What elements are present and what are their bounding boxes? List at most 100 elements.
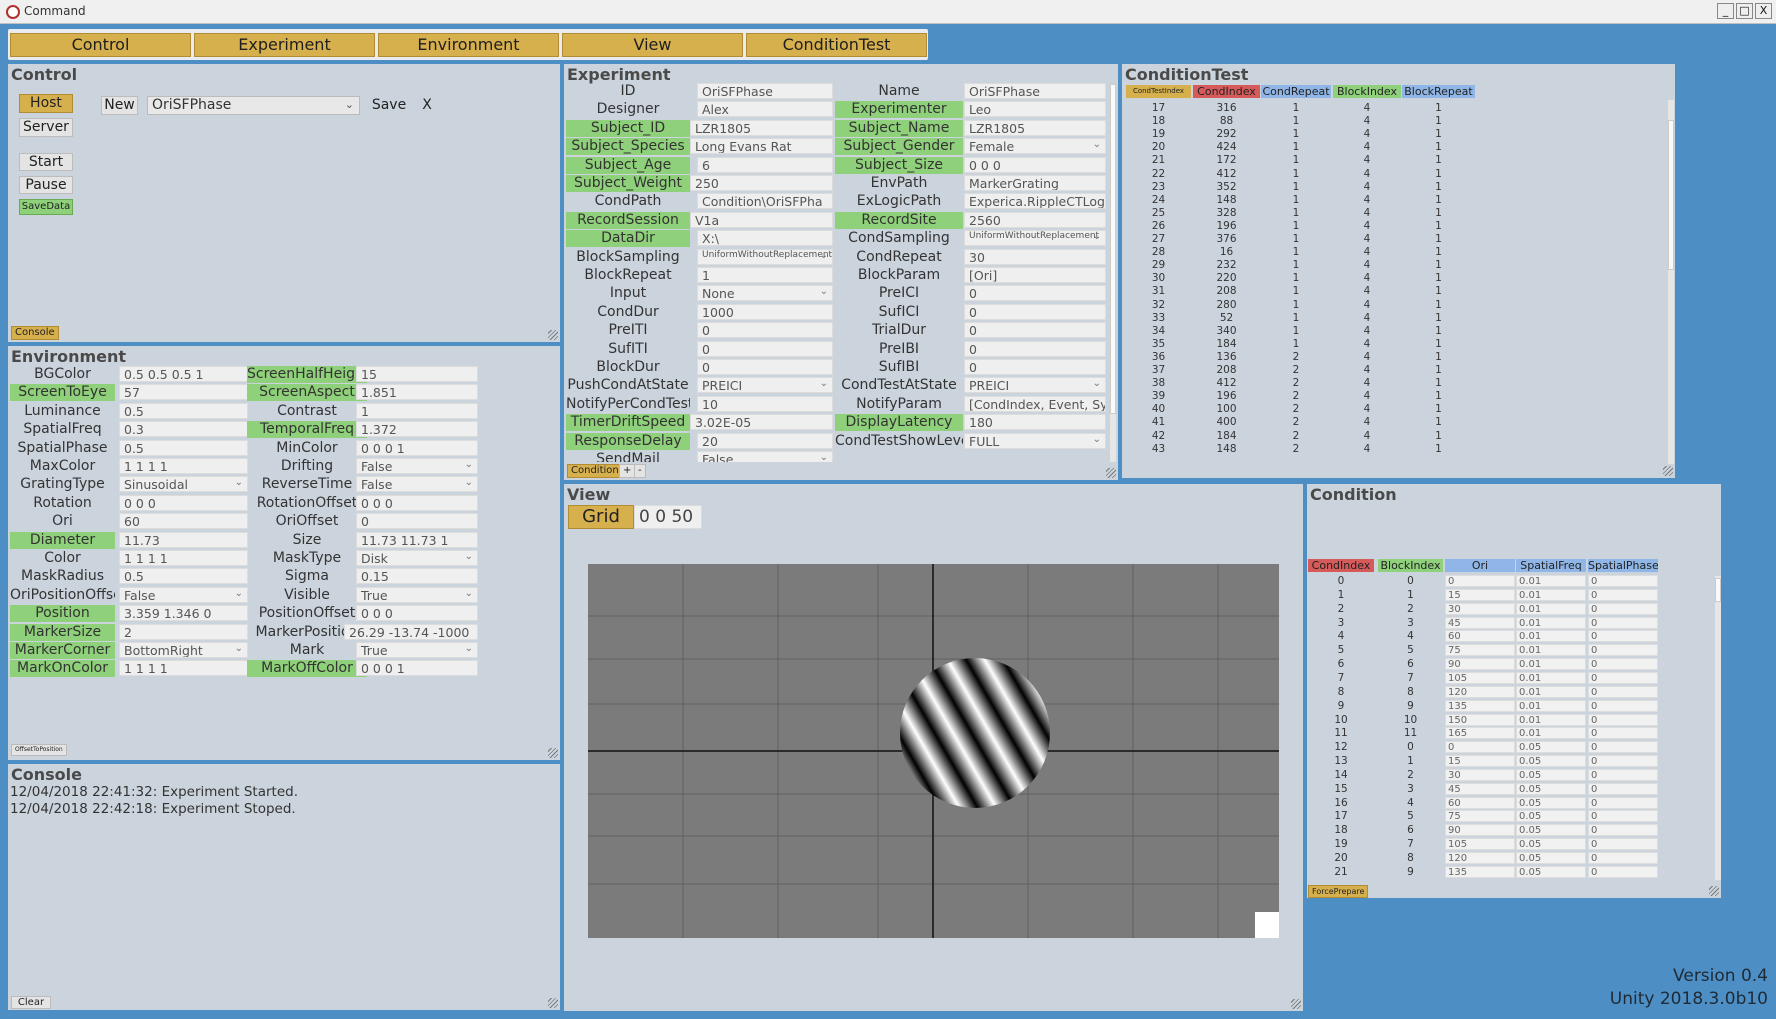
- condition-column-header[interactable]: BlockIndex: [1378, 559, 1443, 572]
- server-button[interactable]: Server: [19, 118, 73, 137]
- env-param-value[interactable]: 2: [119, 623, 248, 640]
- condition-cell[interactable]: 0: [1588, 782, 1658, 795]
- conditiontest-column-header[interactable]: CondTestIndex: [1126, 85, 1191, 98]
- exp-param-value[interactable]: 6: [697, 156, 833, 173]
- condition-cell[interactable]: 135: [1445, 699, 1515, 712]
- env-param-value[interactable]: Disk ⌄: [356, 550, 478, 566]
- condition-cell[interactable]: 0.01: [1516, 727, 1586, 740]
- condition-tab[interactable]: Condition: [567, 464, 623, 478]
- exp-param-value[interactable]: PREICI ⌄: [964, 377, 1106, 394]
- condition-cell[interactable]: 135: [1445, 865, 1515, 878]
- exp-param-value[interactable]: 0: [697, 340, 833, 357]
- exp-param-value[interactable]: UniformWithoutReplacement ⌄: [964, 230, 1106, 247]
- condition-cell[interactable]: 90: [1445, 658, 1515, 671]
- condition-cell[interactable]: 0: [1588, 755, 1658, 768]
- condition-cell[interactable]: 0.05: [1516, 768, 1586, 781]
- exp-param-value[interactable]: 0: [964, 322, 1106, 339]
- condition-cell[interactable]: 0.05: [1516, 810, 1586, 823]
- condition-cell[interactable]: 75: [1445, 810, 1515, 823]
- add-param-button[interactable]: +: [619, 464, 636, 478]
- exp-param-value[interactable]: 0 0 0: [964, 156, 1106, 173]
- condition-cell[interactable]: 0: [1588, 865, 1658, 878]
- condition-cell[interactable]: 0: [1588, 602, 1658, 615]
- menu-experiment[interactable]: Experiment: [194, 33, 375, 57]
- exp-param-value[interactable]: None ⌄: [697, 285, 833, 302]
- condition-cell[interactable]: 0.01: [1516, 616, 1586, 629]
- env-param-value[interactable]: 11.73: [119, 531, 248, 548]
- pause-button[interactable]: Pause: [19, 176, 73, 194]
- env-param-value[interactable]: 15: [356, 366, 478, 382]
- exp-param-value[interactable]: 0: [964, 285, 1106, 302]
- experiment-scrollbar[interactable]: [1110, 84, 1116, 462]
- exp-param-value[interactable]: 30: [964, 248, 1106, 265]
- condition-cell[interactable]: 0: [1588, 852, 1658, 864]
- exp-param-value[interactable]: Alex: [697, 101, 833, 118]
- condition-cell[interactable]: 105: [1445, 671, 1515, 684]
- resize-grip-icon[interactable]: [1663, 466, 1673, 476]
- conditiontest-scrollbar[interactable]: [1668, 100, 1674, 464]
- condition-cell[interactable]: 0.01: [1516, 575, 1586, 587]
- maximize-button[interactable]: □: [1736, 3, 1753, 19]
- condition-cell[interactable]: 150: [1445, 713, 1515, 726]
- condition-cell[interactable]: 45: [1445, 782, 1515, 795]
- resize-grip-icon[interactable]: [1291, 999, 1301, 1009]
- resize-grip-icon[interactable]: [548, 330, 558, 340]
- minimize-button[interactable]: _: [1717, 3, 1734, 19]
- condition-column-header[interactable]: SpatialPhase: [1588, 559, 1658, 572]
- env-param-value[interactable]: 0 0 0 1: [356, 660, 478, 677]
- exp-param-value[interactable]: LZR1805: [690, 119, 833, 136]
- condition-cell[interactable]: 0: [1588, 644, 1658, 657]
- exp-param-value[interactable]: 0: [964, 303, 1106, 320]
- condition-cell[interactable]: 0: [1588, 824, 1658, 837]
- env-param-value[interactable]: 0.15: [356, 568, 478, 585]
- condition-cell[interactable]: 75: [1445, 644, 1515, 657]
- grid-value-input[interactable]: 0 0 50: [634, 505, 702, 529]
- condition-cell[interactable]: 120: [1445, 852, 1515, 864]
- exp-param-value[interactable]: 0: [697, 322, 833, 339]
- env-param-value[interactable]: False ⌄: [356, 458, 478, 474]
- exp-param-value[interactable]: 10: [697, 395, 833, 412]
- env-param-value[interactable]: 1 1 1 1: [119, 458, 248, 474]
- exp-param-value[interactable]: V1a: [690, 211, 833, 228]
- conditiontest-column-header[interactable]: CondRepeat: [1261, 85, 1331, 98]
- condition-cell[interactable]: 30: [1445, 602, 1515, 615]
- env-param-value[interactable]: True ⌄: [356, 586, 478, 603]
- exp-param-value[interactable]: Condition\OriSFPha: [697, 193, 833, 210]
- exp-param-value[interactable]: OriSFPhase: [964, 83, 1106, 99]
- condition-cell[interactable]: 0.05: [1516, 782, 1586, 795]
- condition-cell[interactable]: 15: [1445, 755, 1515, 768]
- condition-cell[interactable]: 0: [1588, 699, 1658, 712]
- exp-param-value[interactable]: 180: [964, 414, 1106, 431]
- env-param-value[interactable]: 0 0 0 1: [356, 439, 478, 456]
- host-button[interactable]: Host: [19, 94, 73, 113]
- start-button[interactable]: Start: [19, 153, 73, 171]
- exp-param-value[interactable]: 0: [697, 359, 833, 375]
- condition-column-header[interactable]: Ori: [1445, 559, 1515, 572]
- condition-cell[interactable]: 0: [1588, 685, 1658, 698]
- stimulus-view[interactable]: [588, 564, 1279, 938]
- env-param-value[interactable]: 0.5 0.5 0.5 1: [119, 366, 248, 382]
- env-param-value[interactable]: 60: [119, 513, 248, 530]
- env-param-value[interactable]: 0 0 0: [356, 605, 478, 622]
- resize-grip-icon[interactable]: [548, 748, 558, 758]
- condition-cell[interactable]: 0: [1588, 796, 1658, 809]
- exp-param-value[interactable]: False ⌄: [697, 451, 833, 462]
- exp-param-value[interactable]: FULL ⌄: [964, 432, 1106, 449]
- condition-cell[interactable]: 30: [1445, 768, 1515, 781]
- exp-param-value[interactable]: 1000: [697, 303, 833, 320]
- condition-cell[interactable]: 105: [1445, 838, 1515, 851]
- grid-toggle-button[interactable]: Grid: [568, 505, 634, 529]
- force-prepare-button[interactable]: ForcePrepare: [1308, 885, 1369, 898]
- condition-cell[interactable]: 45: [1445, 616, 1515, 629]
- exp-param-value[interactable]: MarkerGrating: [964, 175, 1106, 191]
- conditiontest-column-header[interactable]: BlockIndex: [1333, 85, 1401, 98]
- env-param-value[interactable]: 3.359 1.346 0: [119, 605, 248, 622]
- condition-cell[interactable]: 0: [1588, 810, 1658, 823]
- env-param-value[interactable]: 26.29 -13.74 -1000: [344, 623, 478, 640]
- condition-cell[interactable]: 0.01: [1516, 699, 1586, 712]
- condition-cell[interactable]: 0: [1588, 588, 1658, 601]
- condition-cell[interactable]: 0: [1445, 741, 1515, 754]
- exp-param-value[interactable]: 20: [697, 432, 833, 449]
- condition-column-header[interactable]: CondIndex: [1308, 559, 1374, 572]
- env-param-value[interactable]: False ⌄: [356, 476, 478, 493]
